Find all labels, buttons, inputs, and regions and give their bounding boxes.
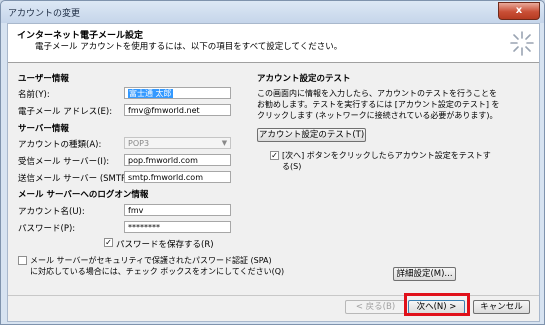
wizard-header: インターネット電子メール設定 電子メール アカウントを使用するには、以下の項目を… (8, 24, 539, 63)
account-type-value: POP3 (128, 139, 150, 148)
account-type-label: アカウントの種類(A): (18, 140, 102, 150)
name-label: 名前(Y): (18, 90, 50, 100)
spa-label-line2: に対応している場合には、チェック ボックスをオンにしてください(Q) (30, 267, 285, 276)
title-bar: アカウントの変更 x (1, 1, 544, 23)
close-button[interactable]: x (498, 2, 540, 20)
remember-password-checkbox[interactable]: ✓ (104, 238, 113, 247)
sparkle-cursor-icon (510, 31, 534, 56)
spa-checkbox[interactable] (18, 256, 27, 265)
auto-test-label-line1: [次へ] ボタンをクリックしたらアカウント設定をテストす (282, 151, 491, 160)
auto-test-label-line2: る(S) (282, 162, 302, 171)
incoming-server-field[interactable]: pop.fmworld.com (124, 154, 231, 166)
page-subtitle: 電子メール アカウントを使用するには、以下の項目をすべて設定してください。 (35, 42, 343, 52)
account-name-label: アカウント名(U): (18, 207, 85, 217)
test-settings-section-label: アカウント設定のテスト (257, 74, 351, 84)
account-change-window: アカウントの変更 x インターネット電子メール設定 電子メール アカウントを使用… (0, 0, 545, 325)
remember-password-label: パスワードを保存する(R) (116, 240, 214, 250)
server-info-section-label: サーバー情報 (18, 124, 69, 134)
cancel-button[interactable]: キャンセル (473, 300, 530, 314)
password-field[interactable]: ******** (124, 221, 231, 233)
test-description-line3: クリックします (ネットワークに接続されている必要があります)。 (257, 111, 498, 120)
auto-test-checkbox[interactable]: ✓ (270, 151, 279, 160)
account-type-select: POP3 ▼ (124, 137, 231, 149)
test-account-settings-button[interactable]: アカウント設定のテスト(T) (257, 128, 366, 142)
close-icon: x (515, 5, 523, 16)
more-settings-button[interactable]: 詳細設定(M)... (393, 267, 456, 281)
test-description-line1: この画面内に情報を入力したら、アカウントのテストを行うことを (257, 89, 497, 98)
spa-label-line1: メール サーバーがセキュリティで保護されたパスワード認証 (SPA) (30, 256, 272, 265)
test-description-line2: お勧めします。テストを実行するには [アカウント設定のテスト] を (257, 100, 500, 109)
wizard-client-area: インターネット電子メール設定 電子メール アカウントを使用するには、以下の項目を… (7, 23, 540, 322)
password-label: パスワード(P): (18, 224, 76, 234)
logon-info-section-label: メール サーバーへのログオン情報 (18, 190, 149, 200)
user-info-section-label: ユーザー情報 (18, 74, 69, 84)
incoming-server-label: 受信メール サーバー(I): (18, 157, 110, 167)
window-title: アカウントの変更 (8, 9, 81, 19)
account-name-field[interactable]: fmv (124, 204, 231, 216)
email-field[interactable]: fmv@fmworld.net (124, 104, 231, 116)
name-field[interactable]: 富士通 太郎 (124, 87, 231, 99)
name-value: 富士通 太郎 (128, 89, 173, 98)
outgoing-server-field[interactable]: smtp.fmworld.com (124, 171, 231, 183)
back-button: < 戻る(B) (345, 300, 406, 314)
email-label: 電子メール アドレス(E): (18, 107, 113, 117)
next-button-highlight (404, 293, 470, 316)
chevron-down-icon: ▼ (221, 139, 228, 147)
